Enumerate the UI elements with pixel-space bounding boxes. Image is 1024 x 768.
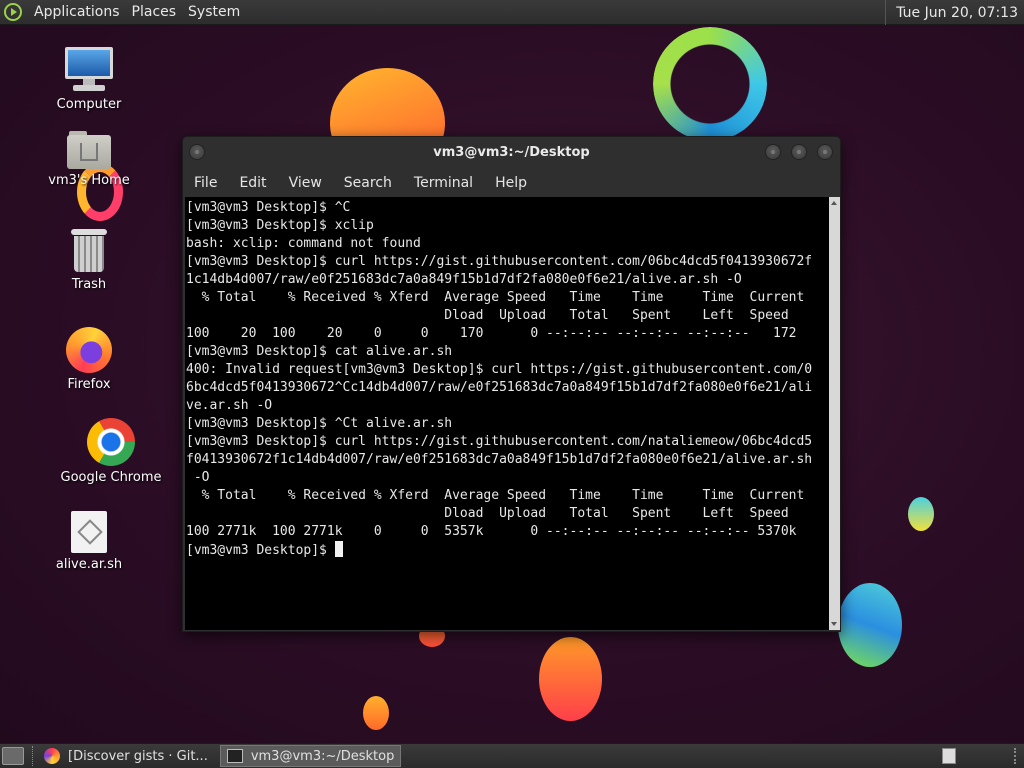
terminal-line: -O — [186, 470, 210, 485]
bottom-panel: [Discover gists · Git... vm3@vm3:~/Deskt… — [0, 743, 1024, 768]
terminal-scrollbar[interactable] — [829, 197, 840, 630]
menu-applications[interactable]: Applications — [28, 0, 126, 25]
terminal-icon — [226, 749, 243, 763]
decorative-small-orange-blob — [363, 696, 389, 730]
terminal-line: % Total % Received % Xferd Average Speed… — [186, 488, 805, 503]
taskbar-item-label: [Discover gists · Git... — [68, 748, 208, 764]
taskbar-item-terminal[interactable]: vm3@vm3:~/Desktop — [219, 745, 402, 767]
terminal-line: f0413930672f1c14db4d007/raw/e0f251683dc7… — [186, 452, 813, 467]
terminal-prompt-line[interactable]: [vm3@vm3 Desktop]$ — [186, 541, 829, 560]
show-desktop-button[interactable] — [2, 747, 24, 765]
panel-clock[interactable]: Tue Jun 20, 07:13 — [885, 0, 1024, 25]
decorative-small-blob — [908, 497, 934, 531]
desktop-icon-label: Google Chrome — [60, 470, 162, 485]
firefox-icon — [44, 748, 60, 764]
desktop-icon-label: vm3's Home — [48, 173, 130, 188]
terminal-line: bash: xclip: command not found — [186, 236, 421, 251]
desktop-icon-computer[interactable]: Computer — [34, 47, 144, 112]
home-folder-icon — [67, 129, 111, 169]
terminal-line: [vm3@vm3 Desktop]$ ^Ct alive.ar.sh — [186, 416, 453, 431]
taskbar-item-label: vm3@vm3:~/Desktop — [250, 748, 395, 764]
computer-icon — [65, 47, 113, 93]
menu-terminal[interactable]: Terminal — [403, 175, 484, 191]
panel-separator — [32, 746, 34, 766]
minimize-button[interactable] — [765, 144, 781, 160]
terminal-line: [vm3@vm3 Desktop]$ ^C — [186, 200, 351, 215]
top-panel: Applications Places System Tue Jun 20, 0… — [0, 0, 1024, 25]
terminal-menubar: File Edit View Search Terminal Help — [183, 171, 840, 195]
desktop-icon-label: Trash — [71, 277, 107, 292]
distro-logo-icon[interactable] — [4, 3, 22, 21]
terminal-window: vm3@vm3:~/Desktop File Edit View Search … — [182, 136, 841, 632]
decorative-blue-blob — [838, 583, 902, 667]
taskbar-item-firefox[interactable]: [Discover gists · Git... — [38, 745, 214, 767]
window-menu-icon[interactable] — [189, 144, 205, 160]
desktop-icon-home[interactable]: vm3's Home — [34, 129, 144, 188]
text-cursor — [334, 541, 343, 557]
firefox-icon — [66, 327, 112, 373]
menu-file[interactable]: File — [183, 175, 228, 191]
terminal-line: [vm3@vm3 Desktop]$ curl https://gist.git… — [186, 434, 813, 449]
decorative-red-blob — [539, 637, 602, 721]
trash-icon — [71, 229, 107, 273]
menu-search[interactable]: Search — [333, 175, 403, 191]
terminal-line: 100 20 100 20 0 0 170 0 --:--:-- --:--:-… — [186, 326, 797, 341]
terminal-line: % Total % Received % Xferd Average Speed… — [186, 290, 805, 305]
terminal-output[interactable]: [vm3@vm3 Desktop]$ ^C [vm3@vm3 Desktop]$ … — [185, 197, 829, 630]
menu-help[interactable]: Help — [484, 175, 538, 191]
menu-system[interactable]: System — [182, 0, 246, 25]
desktop-icon-alive-script[interactable]: alive.ar.sh — [34, 511, 144, 572]
window-titlebar[interactable]: vm3@vm3:~/Desktop — [183, 137, 840, 167]
menu-view[interactable]: View — [278, 175, 333, 191]
desktop-icon-firefox[interactable]: Firefox — [34, 327, 144, 392]
terminal-line: 1c14db4d007/raw/e0f251683dc7a0a849f15b1d… — [186, 272, 742, 287]
decorative-ring — [653, 27, 767, 141]
menu-edit[interactable]: Edit — [228, 175, 277, 191]
scroll-down-icon[interactable] — [831, 622, 837, 626]
terminal-line: 400: Invalid request[vm3@vm3 Desktop]$ c… — [186, 362, 813, 377]
desktop-icon-chrome[interactable]: Google Chrome — [56, 418, 166, 485]
terminal-line: Dload Upload Total Spent Left Speed — [186, 506, 789, 521]
workspace-switcher[interactable] — [942, 748, 956, 764]
desktop-icon-label: alive.ar.sh — [55, 557, 123, 572]
script-file-icon — [71, 511, 107, 553]
desktop-icon-label: Firefox — [67, 377, 111, 392]
terminal-line: [vm3@vm3 Desktop]$ cat alive.ar.sh — [186, 344, 453, 359]
terminal-line: [vm3@vm3 Desktop]$ curl https://gist.git… — [186, 254, 813, 269]
desktop-icon-label: Computer — [56, 97, 122, 112]
terminal-line: 100 2771k 100 2771k 0 0 5357k 0 --:--:--… — [186, 524, 797, 539]
maximize-button[interactable] — [791, 144, 807, 160]
chrome-icon — [87, 418, 135, 466]
panel-grip-icon — [1014, 748, 1020, 764]
terminal-line: 6bc4dcd5f0413930672^Cc14db4d007/raw/e0f2… — [186, 380, 813, 395]
terminal-line: ve.ar.sh -O — [186, 398, 273, 413]
scroll-up-icon[interactable] — [831, 201, 837, 205]
desktop-icon-trash[interactable]: Trash — [34, 229, 144, 292]
menu-places[interactable]: Places — [126, 0, 183, 25]
terminal-line: [vm3@vm3 Desktop]$ xclip — [186, 218, 374, 233]
close-button[interactable] — [817, 144, 833, 160]
terminal-prompt: [vm3@vm3 Desktop]$ — [186, 543, 335, 558]
window-title: vm3@vm3:~/Desktop — [433, 144, 590, 160]
terminal-line: Dload Upload Total Spent Left Speed — [186, 308, 789, 323]
